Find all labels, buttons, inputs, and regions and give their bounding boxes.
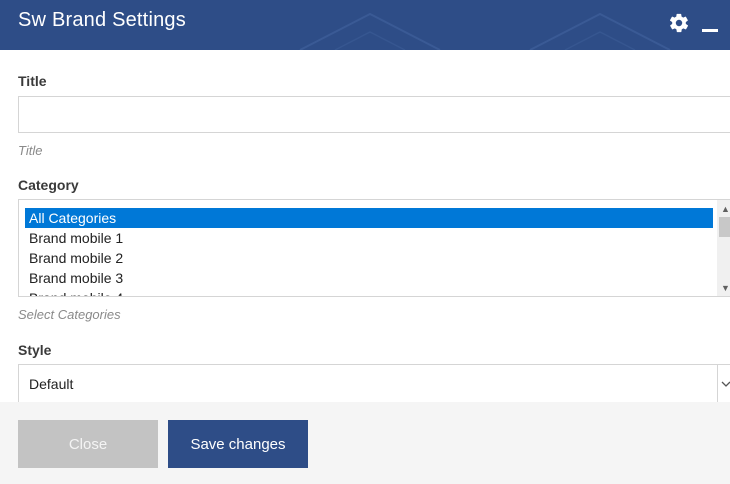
close-button[interactable]: Close: [18, 420, 158, 468]
category-label: Category: [18, 177, 79, 193]
save-changes-button[interactable]: Save changes: [168, 420, 308, 468]
dialog-header: Sw Brand Settings: [0, 0, 730, 50]
category-hint: Select Categories: [18, 307, 121, 322]
minimize-icon[interactable]: [700, 14, 720, 34]
title-input[interactable]: [18, 96, 730, 133]
title-label: Title: [18, 73, 47, 89]
listbox-scrollbar[interactable]: ▲ ▼: [717, 200, 730, 296]
category-option[interactable]: Brand mobile 1: [25, 228, 713, 248]
category-option-all[interactable]: All Categories: [25, 208, 713, 228]
dialog-title: Sw Brand Settings: [18, 9, 186, 31]
scrollbar-thumb[interactable]: [719, 217, 730, 237]
scroll-down-icon[interactable]: ▼: [717, 279, 730, 296]
gear-icon[interactable]: [666, 10, 692, 36]
chevron-down-icon[interactable]: [717, 365, 730, 403]
category-option[interactable]: Brand mobile 4: [25, 288, 713, 296]
scroll-up-icon[interactable]: ▲: [717, 200, 730, 217]
style-label: Style: [18, 342, 52, 358]
style-select[interactable]: Default: [18, 364, 730, 404]
title-hint: Title: [18, 143, 43, 158]
category-option[interactable]: Brand mobile 2: [25, 248, 713, 268]
category-option[interactable]: Brand mobile 3: [25, 268, 713, 288]
category-listbox[interactable]: All Categories Brand mobile 1 Brand mobi…: [18, 199, 730, 297]
dialog-footer: Close Save changes: [0, 402, 730, 484]
style-select-value: Default: [29, 376, 74, 392]
